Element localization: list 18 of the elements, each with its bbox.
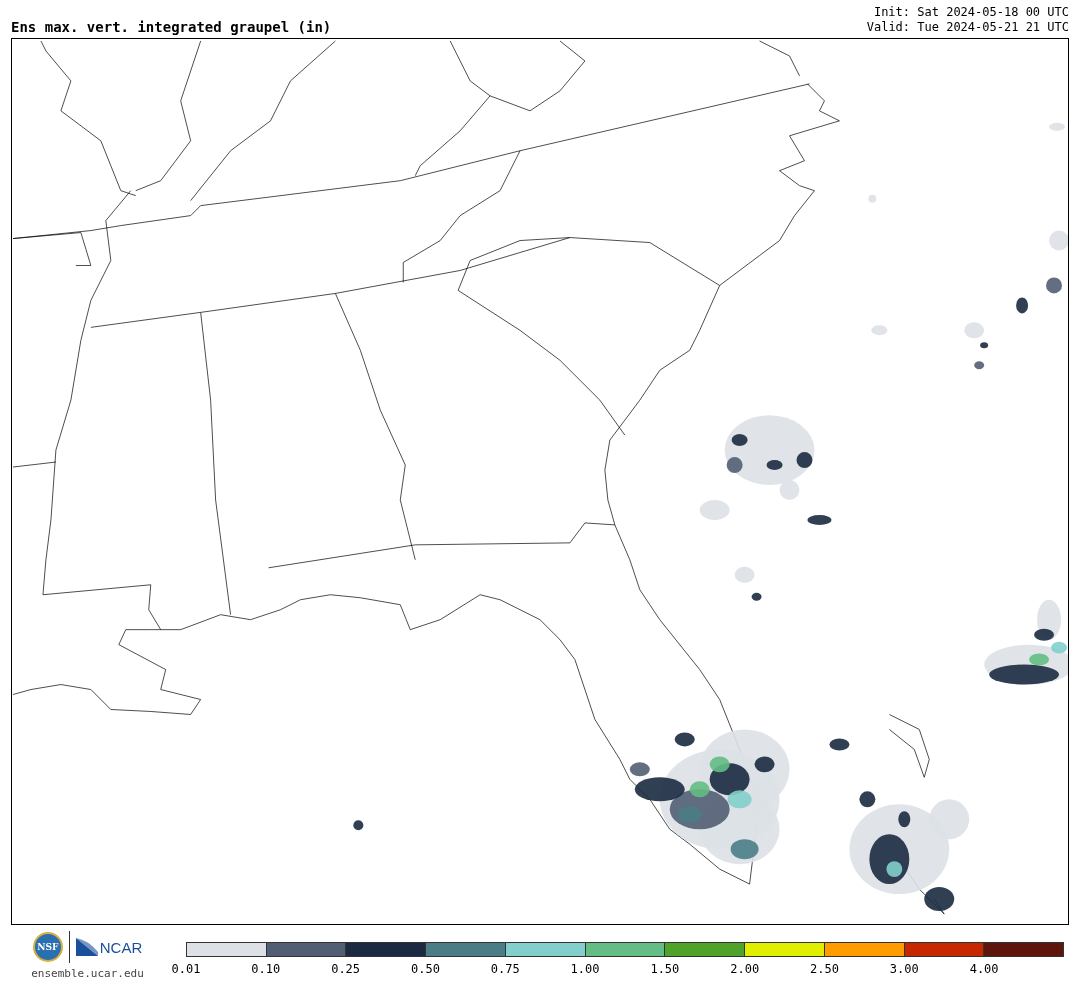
nsf-logo: NSF bbox=[32, 932, 63, 962]
colorbar-tick-label: 4.00 bbox=[969, 962, 999, 976]
colorbar-tick-label: 2.00 bbox=[730, 962, 760, 976]
colorbar-tick-label: 1.00 bbox=[570, 962, 600, 976]
colorbar-tick-label: 0.01 bbox=[171, 962, 201, 976]
valid-time: Valid: Tue 2024-05-21 21 UTC bbox=[866, 20, 1069, 35]
colorbar-tick-label: 1.50 bbox=[650, 962, 680, 976]
colorbar-tick-label: 0.25 bbox=[331, 962, 361, 976]
colorbar-tick-label: 0.75 bbox=[490, 962, 520, 976]
colorbar-tick-label: 2.50 bbox=[810, 962, 839, 976]
init-time: Init: Sat 2024-05-18 00 UTC bbox=[872, 5, 1069, 20]
ncar-logo-text: NCAR bbox=[99, 938, 143, 956]
chart-title: Ens max. vert. integrated graupel (in) bbox=[11, 19, 332, 35]
wave-logo-icon bbox=[75, 938, 98, 956]
colorbar-tick-label: 0.50 bbox=[411, 962, 440, 976]
colorbar-tick-label: 0.10 bbox=[251, 962, 281, 976]
colorbar-tick-label: 3.00 bbox=[889, 962, 919, 976]
website-url: ensemble.ucar.edu bbox=[31, 967, 144, 980]
